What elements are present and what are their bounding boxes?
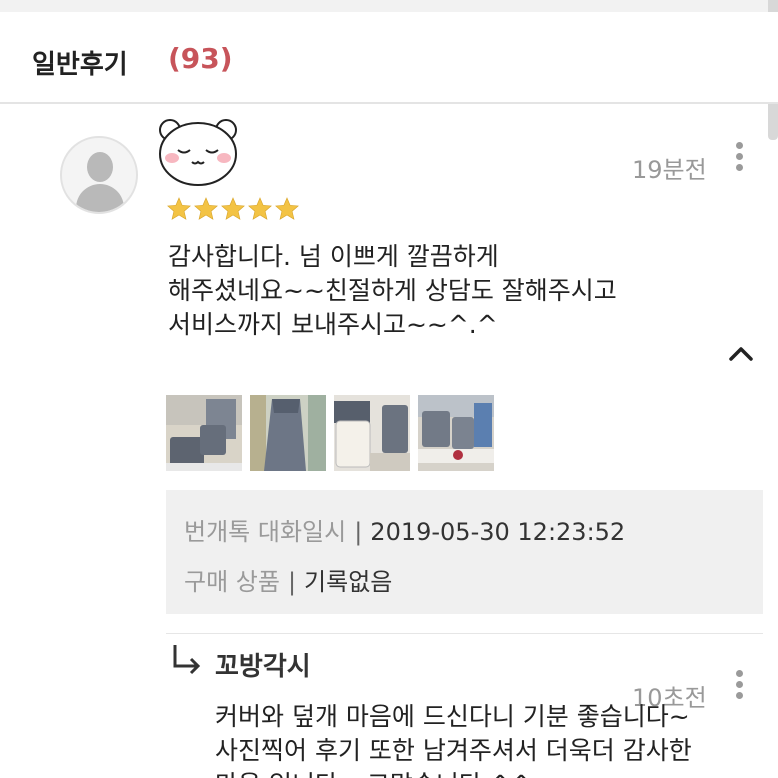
- star-icon: [248, 197, 272, 220]
- divider: [166, 633, 763, 634]
- review-photos: [166, 395, 494, 471]
- avatar-body: [76, 184, 124, 212]
- section-title: 일반후기: [32, 50, 128, 80]
- review-count: (93): [168, 42, 233, 75]
- review-line: 서비스까지 보내주시고~~^.^: [168, 310, 498, 339]
- reviewer-avatar[interactable]: [60, 136, 138, 214]
- purchased-product-value: 기록없음: [304, 568, 393, 596]
- reply-body: 커버와 덮개 마음에 드신다니 기분 좋습니다~ 사진찍어 후기 또한 남겨주셔…: [215, 700, 692, 778]
- reply-more-icon[interactable]: [733, 670, 745, 699]
- reviews-section-header: 일반후기 (93): [0, 12, 778, 104]
- avatar-head: [87, 152, 113, 182]
- review-photo-thumbnail[interactable]: [334, 395, 410, 471]
- reply-line: 커버와 덮개 마음에 드신다니 기분 좋습니다~: [215, 702, 690, 731]
- review-time: 19분전: [632, 156, 707, 184]
- reply-arrow-icon: [173, 645, 201, 675]
- separator: |: [287, 568, 297, 596]
- separator: |: [354, 518, 363, 546]
- top-strip: [0, 0, 778, 12]
- chat-datetime-value: 2019-05-30 12:23:52: [370, 518, 626, 546]
- blushing-bear-emoticon: [159, 119, 237, 186]
- review-photo-thumbnail[interactable]: [250, 395, 326, 471]
- purchased-product-row: 구매 상품 | 기록없음: [184, 562, 392, 597]
- review-line: 감사합니다. 넘 이쁘게 깔끔하게: [168, 242, 499, 271]
- reply-line: 마음 입니다~ 고맙습니다 ^^: [215, 768, 692, 778]
- review-body: 감사합니다. 넘 이쁘게 깔끔하게 해주셨네요~~친절하게 상담도 잘해주시고 …: [168, 240, 617, 342]
- review-photo-thumbnail[interactable]: [166, 395, 242, 471]
- star-icon: [167, 197, 191, 220]
- chat-datetime-row: 번개톡 대화일시 | 2019-05-30 12:23:52: [184, 512, 625, 547]
- chat-datetime-label: 번개톡 대화일시: [184, 518, 347, 546]
- review-line: 해주셨네요~~친절하게 상담도 잘해주시고: [168, 276, 617, 305]
- reply-author[interactable]: 꼬방각시: [215, 646, 311, 683]
- reply-line: 사진찍어 후기 또한 남겨주셔서 더욱더 감사한: [215, 736, 692, 765]
- review-more-icon[interactable]: [733, 142, 745, 171]
- star-icon: [194, 197, 218, 220]
- star-icon: [221, 197, 245, 220]
- rating-stars: [166, 196, 300, 222]
- chevron-up-icon[interactable]: [726, 342, 756, 364]
- purchased-product-label: 구매 상품: [184, 568, 280, 596]
- purchase-info-box: 번개톡 대화일시 | 2019-05-30 12:23:52 구매 상품 | 기록없음: [166, 490, 763, 614]
- review-photo-thumbnail[interactable]: [418, 395, 494, 471]
- star-icon: [275, 197, 299, 220]
